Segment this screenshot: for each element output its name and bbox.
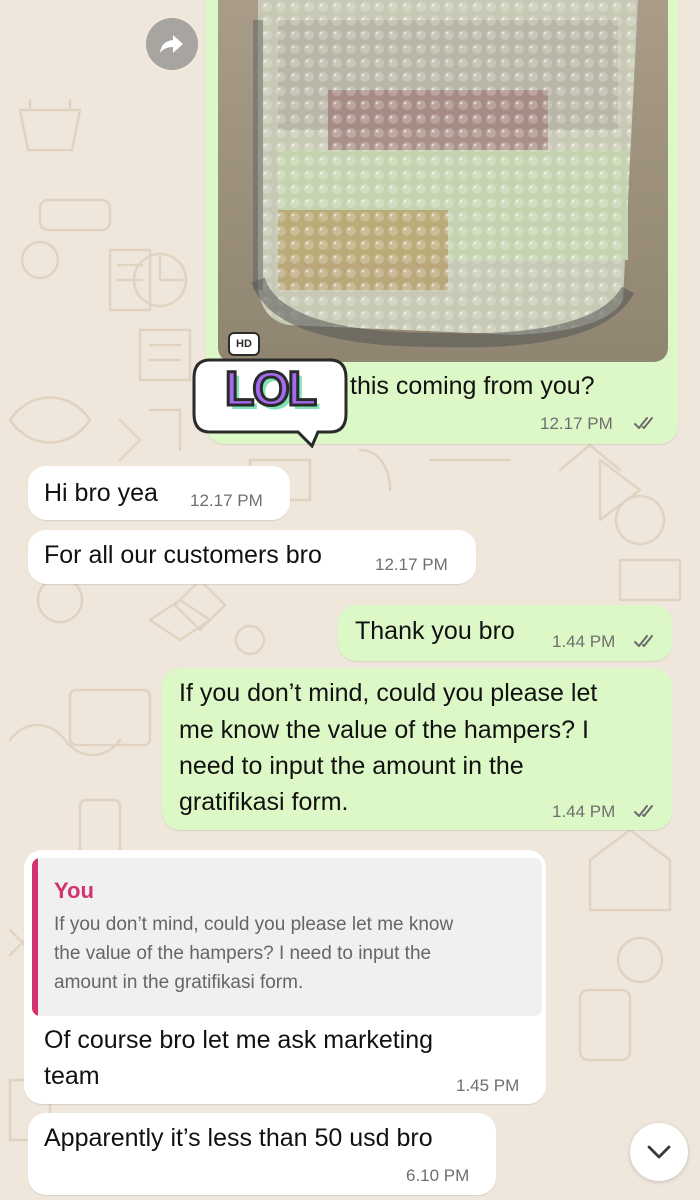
message-time: 12.17 PM bbox=[190, 491, 263, 510]
quoted-message[interactable]: You If you don’t mind, could you please … bbox=[32, 858, 542, 1016]
message-text-line: team bbox=[44, 1062, 100, 1090]
message-time: 12.17 PM bbox=[540, 414, 613, 433]
message-text-line: Of course bro let me ask marketing bbox=[44, 1026, 434, 1054]
message-text-line: gratifikasi form. bbox=[179, 788, 349, 816]
message-time: 1.45 PM bbox=[456, 1076, 520, 1095]
message-text-line: If you don’t mind, could you please let bbox=[179, 679, 598, 707]
double-check-icon bbox=[634, 805, 653, 817]
message-time: 12.17 PM bbox=[375, 555, 448, 574]
quote-text-line: If you don’t mind, could you please let … bbox=[54, 914, 454, 935]
scroll-to-bottom-button[interactable] bbox=[630, 1123, 688, 1181]
quote-accent-bar bbox=[32, 858, 38, 1016]
double-check-icon bbox=[634, 635, 653, 647]
hamper-photo[interactable] bbox=[218, 0, 668, 362]
double-check-icon bbox=[634, 417, 653, 429]
message-text-line: need to input the amount in the bbox=[179, 752, 524, 780]
message-text: Thank you bro bbox=[355, 617, 515, 645]
sticker-text: LOL bbox=[224, 362, 319, 418]
message-text: For all our customers bro bbox=[44, 541, 322, 569]
message-time: 6.10 PM bbox=[406, 1166, 470, 1185]
message-time: 1.44 PM bbox=[552, 802, 616, 821]
message-time: 1.44 PM bbox=[552, 632, 616, 651]
message-text: Apparently it’s less than 50 usd bro bbox=[44, 1124, 433, 1152]
lol-sticker: LOL bbox=[190, 352, 350, 448]
message-text-line: me know the value of the hampers? I bbox=[179, 716, 589, 744]
chevron-down-icon bbox=[647, 1145, 671, 1159]
forward-button[interactable] bbox=[146, 18, 198, 70]
quote-text-line: amount in the gratifikasi form. bbox=[54, 972, 304, 993]
forward-arrow-icon bbox=[160, 35, 183, 53]
quote-author: You bbox=[54, 878, 94, 903]
image-caption: this coming from you? bbox=[350, 372, 595, 400]
quote-text-line: the value of the hampers? I need to inpu… bbox=[54, 943, 432, 964]
message-text: Hi bro yea bbox=[44, 479, 158, 507]
